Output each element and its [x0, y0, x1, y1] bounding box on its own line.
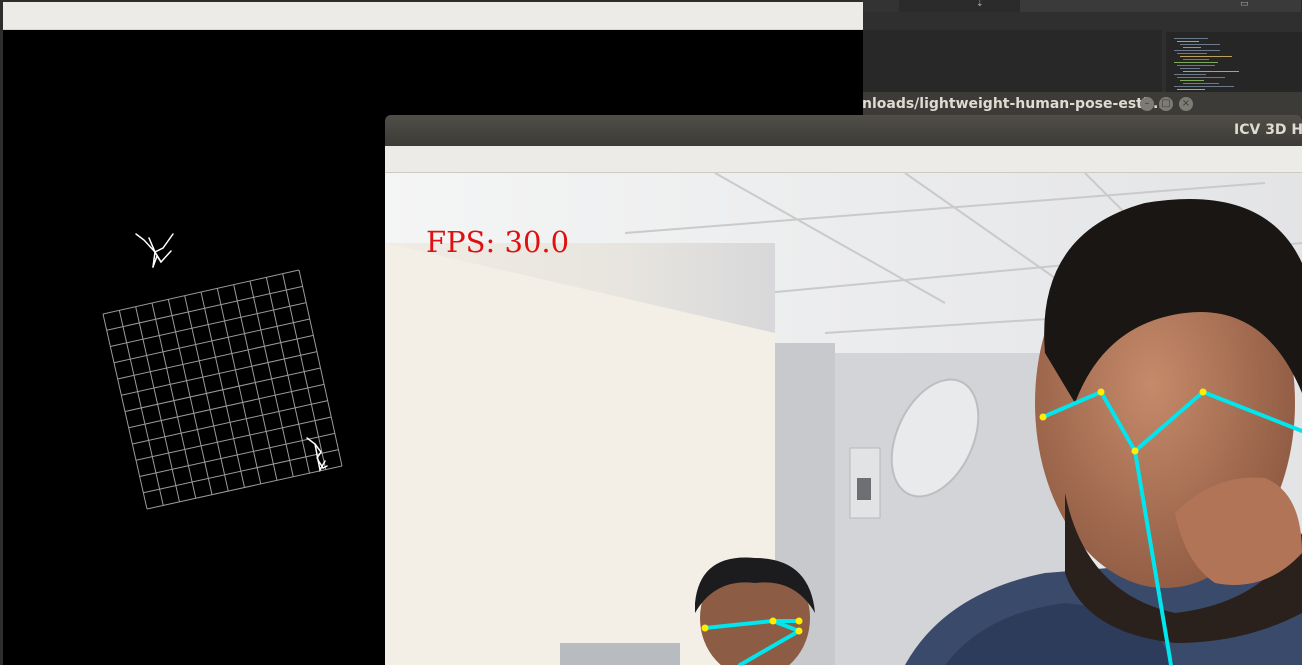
- download-icon[interactable]: ⇣: [976, 0, 984, 9]
- canvas-window-toolbar: [3, 2, 863, 30]
- skeleton-keypoint: [1097, 388, 1105, 396]
- skeleton-keypoint: [1039, 413, 1047, 421]
- minimize-icon[interactable]: –: [1140, 97, 1154, 111]
- minimap-line: [1174, 62, 1218, 63]
- minimap-line: [1177, 89, 1205, 90]
- person-background: [695, 557, 815, 665]
- ground-grid: [102, 269, 343, 510]
- skeleton-figure-icon: [306, 437, 328, 473]
- fps-counter: FPS: 30.0: [426, 225, 570, 259]
- desktop: ⇣ ▭ nloads/lightweight-human-pose-esti..…: [0, 0, 1302, 665]
- minimap-line: [1183, 71, 1239, 72]
- editor-tab-bar: ⇣ ▭: [862, 0, 1302, 12]
- share-icon[interactable]: ▭: [1240, 0, 1249, 9]
- minimap-line: [1177, 65, 1215, 66]
- minimap-line: [1174, 38, 1208, 39]
- monitor: [560, 643, 680, 665]
- minimap-line: [1183, 47, 1201, 48]
- minimap-line: [1183, 83, 1219, 84]
- minimap-line: [1183, 59, 1209, 60]
- minimap-line: [1174, 86, 1234, 87]
- skeleton-keypoint: [769, 617, 777, 625]
- editor-tab[interactable]: [900, 0, 1020, 12]
- skeleton-keypoint: [795, 627, 803, 635]
- close-icon[interactable]: ×: [1179, 97, 1193, 111]
- minimap-line: [1174, 50, 1220, 51]
- camera-window-title: ICV 3D Hu: [1234, 122, 1302, 138]
- camera-titlebar[interactable]: ICV 3D Hu: [385, 115, 1302, 146]
- skeleton-figure-icon: [135, 233, 174, 268]
- minimap-line: [1174, 74, 1206, 75]
- skeleton-keypoint: [1199, 388, 1207, 396]
- maximize-icon[interactable]: □: [1159, 97, 1173, 111]
- minimap-line: [1180, 56, 1232, 57]
- skeleton-keypoint: [1131, 447, 1139, 455]
- camera-toolbar: [385, 146, 1302, 173]
- minimap-line: [1180, 68, 1200, 69]
- skeleton-keypoint: [701, 624, 709, 632]
- camera-window: ICV 3D Hu: [385, 115, 1302, 665]
- minimap-line: [1177, 41, 1199, 42]
- terminal-titlebar[interactable]: nloads/lightweight-human-pose-esti... – …: [862, 92, 1302, 117]
- minimap-line: [1177, 53, 1207, 54]
- minimap-line: [1177, 77, 1225, 78]
- camera-feed: FPS: 30.0: [385, 173, 1302, 665]
- minimap-line: [1180, 44, 1220, 45]
- minimap-line: [1180, 80, 1204, 81]
- terminal-title: nloads/lightweight-human-pose-esti...: [862, 96, 1164, 112]
- editor-tab[interactable]: [1020, 0, 1302, 12]
- skeleton-keypoint: [795, 617, 803, 625]
- editor-tab[interactable]: [862, 0, 900, 12]
